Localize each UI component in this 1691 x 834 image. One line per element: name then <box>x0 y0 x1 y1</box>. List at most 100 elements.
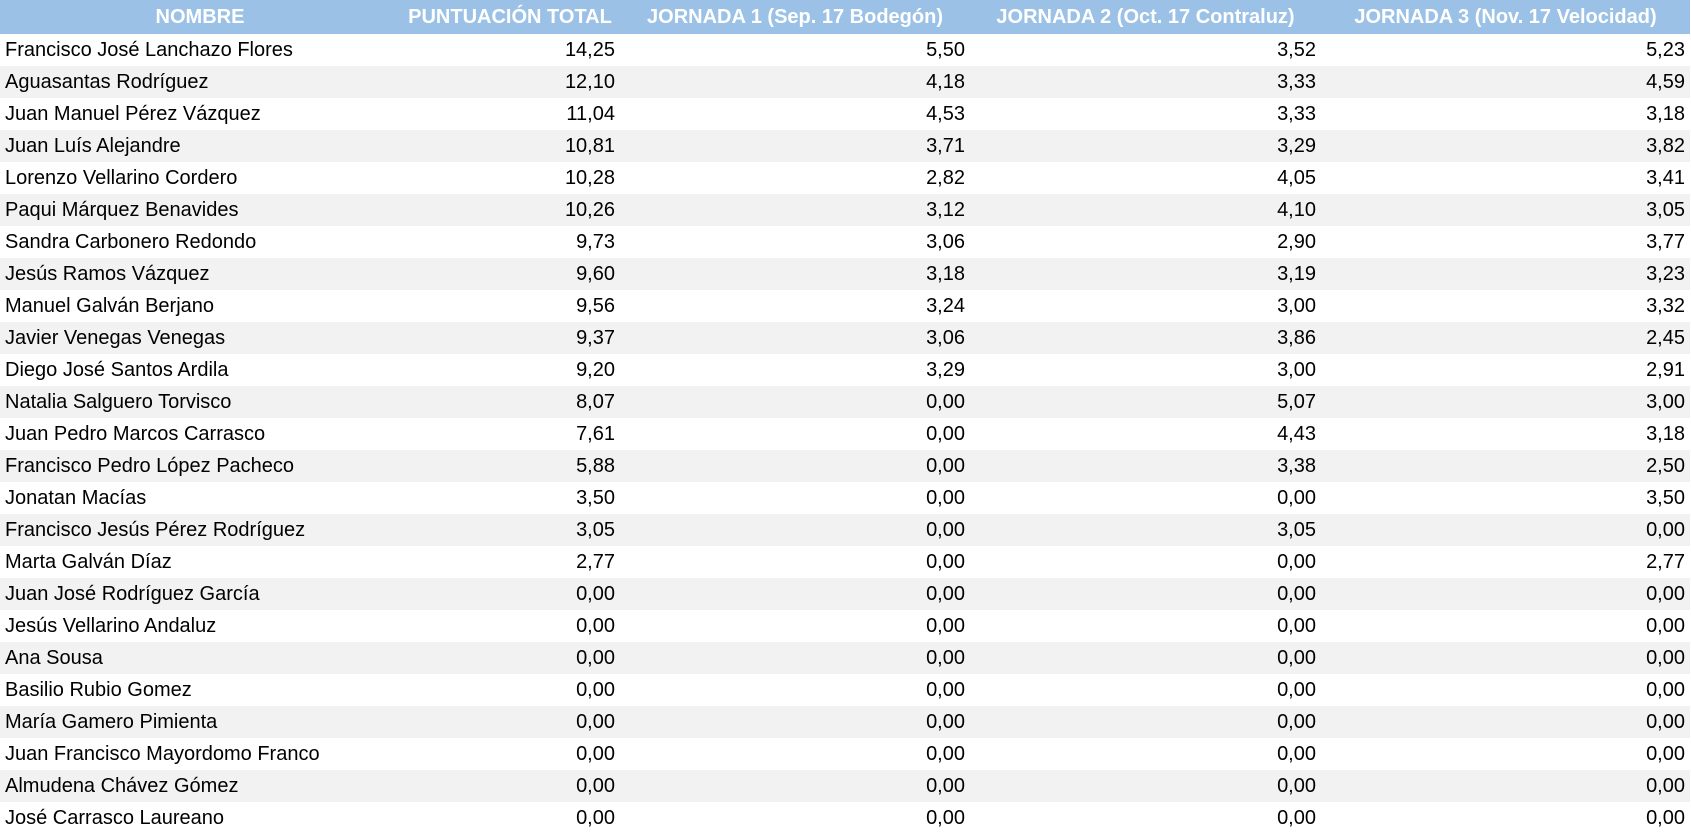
cell-jornada-2[interactable]: 4,10 <box>970 194 1321 226</box>
cell-jornada-3[interactable]: 3,32 <box>1321 290 1690 322</box>
cell-jornada-2[interactable]: 4,43 <box>970 418 1321 450</box>
cell-nombre[interactable]: María Gamero Pimienta <box>0 706 400 738</box>
cell-jornada-1[interactable]: 0,00 <box>620 770 970 802</box>
table-row[interactable]: María Gamero Pimienta 0,00 0,00 0,00 0,00 <box>0 706 1690 738</box>
table-row[interactable]: Lorenzo Vellarino Cordero 10,28 2,82 4,05 3,… <box>0 162 1690 194</box>
table-row[interactable]: Aguasantas Rodríguez 12,10 4,18 3,33 4,59 <box>0 66 1690 98</box>
cell-nombre[interactable]: José Carrasco Laureano <box>0 802 400 834</box>
cell-jornada-3[interactable]: 0,00 <box>1321 738 1690 770</box>
cell-puntuacion-total[interactable]: 11,04 <box>400 98 620 130</box>
table-row[interactable]: Jesús Vellarino Andaluz 0,00 0,00 0,00 0,00 <box>0 610 1690 642</box>
cell-puntuacion-total[interactable]: 10,81 <box>400 130 620 162</box>
cell-jornada-2[interactable]: 3,19 <box>970 258 1321 290</box>
cell-puntuacion-total[interactable]: 8,07 <box>400 386 620 418</box>
table-row[interactable]: Juan Pedro Marcos Carrasco 7,61 0,00 4,43 3,… <box>0 418 1690 450</box>
cell-jornada-2[interactable]: 0,00 <box>970 610 1321 642</box>
cell-jornada-3[interactable]: 2,91 <box>1321 354 1690 386</box>
cell-jornada-1[interactable]: 3,12 <box>620 194 970 226</box>
cell-jornada-1[interactable]: 4,53 <box>620 98 970 130</box>
cell-nombre[interactable]: Javier Venegas Venegas <box>0 322 400 354</box>
cell-puntuacion-total[interactable]: 10,28 <box>400 162 620 194</box>
cell-jornada-1[interactable]: 0,00 <box>620 418 970 450</box>
cell-puntuacion-total[interactable]: 7,61 <box>400 418 620 450</box>
cell-nombre[interactable]: Aguasantas Rodríguez <box>0 66 400 98</box>
cell-jornada-1[interactable]: 0,00 <box>620 482 970 514</box>
cell-jornada-3[interactable]: 0,00 <box>1321 706 1690 738</box>
cell-puntuacion-total[interactable]: 10,26 <box>400 194 620 226</box>
cell-jornada-2[interactable]: 2,90 <box>970 226 1321 258</box>
cell-nombre[interactable]: Sandra Carbonero Redondo <box>0 226 400 258</box>
cell-jornada-1[interactable]: 0,00 <box>620 738 970 770</box>
cell-nombre[interactable]: Francisco José Lanchazo Flores <box>0 34 400 66</box>
cell-nombre[interactable]: Juan Manuel Pérez Vázquez <box>0 98 400 130</box>
header-jornada-1[interactable]: JORNADA 1 (Sep. 17 Bodegón) <box>620 0 970 34</box>
cell-jornada-1[interactable]: 0,00 <box>620 514 970 546</box>
cell-jornada-2[interactable]: 0,00 <box>970 706 1321 738</box>
cell-jornada-1[interactable]: 3,06 <box>620 322 970 354</box>
cell-nombre[interactable]: Paqui Márquez Benavides <box>0 194 400 226</box>
cell-jornada-3[interactable]: 3,05 <box>1321 194 1690 226</box>
cell-puntuacion-total[interactable]: 9,37 <box>400 322 620 354</box>
cell-jornada-1[interactable]: 0,00 <box>620 578 970 610</box>
cell-puntuacion-total[interactable]: 9,60 <box>400 258 620 290</box>
cell-jornada-3[interactable]: 5,23 <box>1321 34 1690 66</box>
cell-jornada-2[interactable]: 3,00 <box>970 290 1321 322</box>
table-row[interactable]: Francisco Jesús Pérez Rodríguez 3,05 0,00 3… <box>0 514 1690 546</box>
table-row[interactable]: Francisco José Lanchazo Flores 14,25 5,50 3… <box>0 34 1690 66</box>
cell-puntuacion-total[interactable]: 9,73 <box>400 226 620 258</box>
cell-jornada-2[interactable]: 3,05 <box>970 514 1321 546</box>
cell-jornada-1[interactable]: 4,18 <box>620 66 970 98</box>
table-row[interactable]: Javier Venegas Venegas 9,37 3,06 3,86 2,45 <box>0 322 1690 354</box>
cell-jornada-2[interactable]: 0,00 <box>970 482 1321 514</box>
cell-nombre[interactable]: Lorenzo Vellarino Cordero <box>0 162 400 194</box>
cell-jornada-2[interactable]: 0,00 <box>970 738 1321 770</box>
header-jornada-2[interactable]: JORNADA 2 (Oct. 17 Contraluz) <box>970 0 1321 34</box>
cell-nombre[interactable]: Francisco Pedro López Pacheco <box>0 450 400 482</box>
cell-puntuacion-total[interactable]: 0,00 <box>400 802 620 834</box>
cell-jornada-3[interactable]: 0,00 <box>1321 642 1690 674</box>
cell-jornada-2[interactable]: 3,29 <box>970 130 1321 162</box>
cell-jornada-3[interactable]: 2,45 <box>1321 322 1690 354</box>
cell-jornada-3[interactable]: 3,18 <box>1321 98 1690 130</box>
cell-jornada-1[interactable]: 3,18 <box>620 258 970 290</box>
cell-nombre[interactable]: Juan José Rodríguez García <box>0 578 400 610</box>
cell-jornada-1[interactable]: 3,24 <box>620 290 970 322</box>
cell-nombre[interactable]: Diego José Santos Ardila <box>0 354 400 386</box>
cell-nombre[interactable]: Manuel Galván Berjano <box>0 290 400 322</box>
table-row[interactable]: Basilio Rubio Gomez 0,00 0,00 0,00 0,00 <box>0 674 1690 706</box>
cell-nombre[interactable]: Juan Francisco Mayordomo Franco <box>0 738 400 770</box>
cell-jornada-3[interactable]: 0,00 <box>1321 610 1690 642</box>
cell-puntuacion-total[interactable]: 5,88 <box>400 450 620 482</box>
cell-jornada-2[interactable]: 3,33 <box>970 66 1321 98</box>
cell-puntuacion-total[interactable]: 3,05 <box>400 514 620 546</box>
cell-jornada-2[interactable]: 3,38 <box>970 450 1321 482</box>
cell-jornada-3[interactable]: 3,50 <box>1321 482 1690 514</box>
table-row[interactable]: Marta Galván Díaz 2,77 0,00 0,00 2,77 <box>0 546 1690 578</box>
table-row[interactable]: Almudena Chávez Gómez 0,00 0,00 0,00 0,00 <box>0 770 1690 802</box>
cell-jornada-3[interactable]: 0,00 <box>1321 802 1690 834</box>
cell-nombre[interactable]: Francisco Jesús Pérez Rodríguez <box>0 514 400 546</box>
header-jornada-3[interactable]: JORNADA 3 (Nov. 17 Velocidad) <box>1321 0 1690 34</box>
cell-nombre[interactable]: Juan Luís Alejandre <box>0 130 400 162</box>
table-row[interactable]: José Carrasco Laureano 0,00 0,00 0,00 0,00 <box>0 802 1690 834</box>
cell-puntuacion-total[interactable]: 0,00 <box>400 610 620 642</box>
cell-puntuacion-total[interactable]: 9,56 <box>400 290 620 322</box>
table-row[interactable]: Juan Luís Alejandre 10,81 3,71 3,29 3,82 <box>0 130 1690 162</box>
cell-jornada-1[interactable]: 0,00 <box>620 802 970 834</box>
table-row[interactable]: Manuel Galván Berjano 9,56 3,24 3,00 3,32 <box>0 290 1690 322</box>
cell-nombre[interactable]: Marta Galván Díaz <box>0 546 400 578</box>
cell-jornada-2[interactable]: 3,86 <box>970 322 1321 354</box>
cell-nombre[interactable]: Almudena Chávez Gómez <box>0 770 400 802</box>
cell-puntuacion-total[interactable]: 12,10 <box>400 66 620 98</box>
cell-jornada-2[interactable]: 0,00 <box>970 642 1321 674</box>
cell-jornada-1[interactable]: 2,82 <box>620 162 970 194</box>
cell-jornada-3[interactable]: 2,77 <box>1321 546 1690 578</box>
cell-jornada-1[interactable]: 3,71 <box>620 130 970 162</box>
cell-puntuacion-total[interactable]: 0,00 <box>400 738 620 770</box>
cell-puntuacion-total[interactable]: 0,00 <box>400 674 620 706</box>
cell-nombre[interactable]: Ana Sousa <box>0 642 400 674</box>
cell-jornada-1[interactable]: 0,00 <box>620 610 970 642</box>
cell-jornada-3[interactable]: 4,59 <box>1321 66 1690 98</box>
table-row[interactable]: Jesús Ramos Vázquez 9,60 3,18 3,19 3,23 <box>0 258 1690 290</box>
cell-jornada-3[interactable]: 3,41 <box>1321 162 1690 194</box>
